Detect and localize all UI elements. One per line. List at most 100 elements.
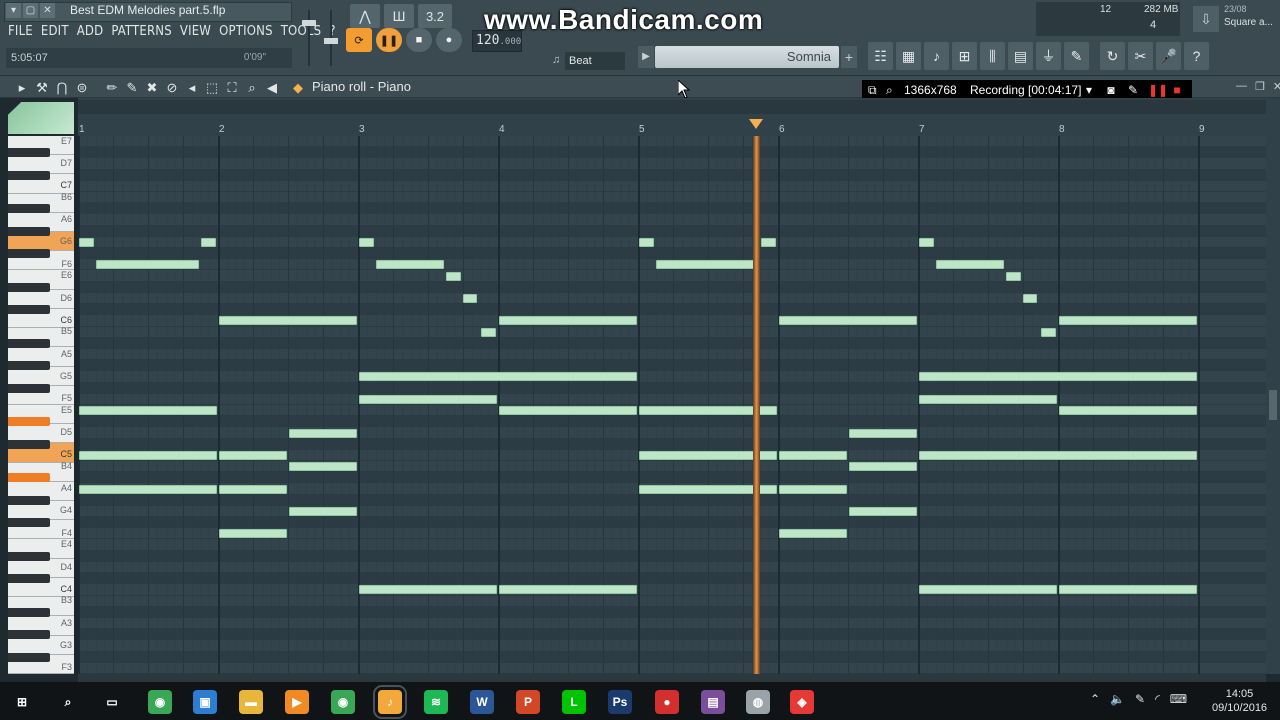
fl-studio-icon[interactable]: ♪: [373, 685, 407, 719]
download-icon[interactable]: ⇩: [1193, 6, 1219, 32]
magnet-icon[interactable]: ⋂: [54, 80, 70, 96]
app2-icon[interactable]: ◈: [790, 690, 814, 714]
key-cs7[interactable]: [8, 170, 50, 180]
note-g4[interactable]: [849, 506, 917, 516]
step-sequencer-icon[interactable]: ▦: [896, 42, 921, 70]
note-b5[interactable]: [480, 327, 496, 337]
note-b5[interactable]: [1040, 327, 1056, 337]
word-icon[interactable]: W: [470, 690, 494, 714]
note-f6[interactable]: [655, 260, 759, 270]
timeline-ruler[interactable]: [78, 98, 1268, 136]
magnifier-icon[interactable]: ⌕: [886, 80, 893, 100]
time-sig-icon[interactable]: 3.2: [418, 4, 452, 28]
camera-icon[interactable]: ◙: [1104, 80, 1118, 100]
channel-rack-icon[interactable]: ▤: [1008, 42, 1033, 70]
key-fs6[interactable]: [8, 249, 50, 259]
note-c4[interactable]: [1059, 585, 1197, 595]
close-icon[interactable]: ✕: [40, 3, 55, 18]
media-icon[interactable]: ▶: [285, 690, 309, 714]
search-icon[interactable]: ⌕: [56, 690, 80, 714]
wizard-icon[interactable]: ✎: [1064, 42, 1089, 70]
note-g6[interactable]: [200, 237, 216, 247]
menu-patterns[interactable]: PATTERNS: [111, 24, 172, 39]
window-icon[interactable]: ⧉: [868, 80, 877, 100]
stop-button[interactable]: ■: [406, 28, 432, 52]
note-c5[interactable]: [779, 450, 847, 460]
store-icon[interactable]: ▣: [193, 690, 217, 714]
note-f5[interactable]: [919, 394, 1057, 404]
cut-icon[interactable]: ✂: [1128, 42, 1153, 70]
scroll-thumb[interactable]: [1269, 390, 1277, 420]
note-d6[interactable]: [1022, 294, 1038, 304]
pattern-song-toggle[interactable]: ⟳: [346, 28, 372, 52]
pr-maximize-icon[interactable]: ❐: [1255, 80, 1265, 93]
key-as4[interactable]: [8, 473, 50, 483]
plugin-icon[interactable]: ⏚: [1036, 42, 1061, 70]
note-c6[interactable]: [499, 316, 637, 326]
wifi-icon[interactable]: ◜: [1155, 692, 1160, 706]
note-e5[interactable]: [79, 406, 217, 416]
mixer-icon[interactable]: ⫼: [980, 42, 1005, 70]
key-ds7[interactable]: [8, 148, 50, 158]
note-e5[interactable]: [499, 406, 637, 416]
note-d6[interactable]: [462, 294, 478, 304]
note-grid[interactable]: [78, 136, 1266, 674]
pause-rec-icon[interactable]: ❚❚: [1148, 80, 1168, 100]
note-f6[interactable]: [375, 260, 444, 270]
note-f4[interactable]: [219, 529, 287, 539]
stop-rec-icon[interactable]: ■: [1170, 80, 1184, 100]
record-button[interactable]: ●: [436, 28, 462, 52]
maximize-icon[interactable]: ▢: [23, 3, 38, 18]
news-text[interactable]: Square a...: [1224, 17, 1273, 28]
mic-icon[interactable]: 🎤: [1156, 42, 1181, 70]
stamp-icon[interactable]: ⊜: [74, 80, 90, 96]
key-as6[interactable]: [8, 204, 50, 214]
line-icon[interactable]: L: [562, 690, 586, 714]
note-d5[interactable]: [289, 428, 357, 438]
note-f6[interactable]: [935, 260, 1004, 270]
piano-keyboard[interactable]: E7 D7 C7 B6 A6 G6 F6 E6 D6 C6 B5 A5 G5 F5 E5 D5 C5 B4 A4 G4…: [8, 136, 76, 674]
add-pattern-button[interactable]: +: [841, 46, 857, 68]
note-c6[interactable]: [219, 316, 357, 326]
explorer-icon[interactable]: ▬: [239, 690, 263, 714]
paint-icon[interactable]: ✎: [124, 80, 140, 96]
note-g6[interactable]: [359, 237, 374, 247]
help-icon[interactable]: ?: [1184, 42, 1209, 70]
key-gs5[interactable]: [8, 361, 50, 371]
task-view-icon[interactable]: ▭: [100, 690, 124, 714]
key-fs4[interactable]: [8, 518, 50, 528]
note-g4[interactable]: [289, 506, 357, 516]
master-pitch-slider[interactable]: [322, 6, 340, 68]
keyboard-icon[interactable]: ⌨: [1170, 692, 1187, 706]
horizontal-zoom-bar[interactable]: [78, 100, 1268, 114]
spotify-icon[interactable]: ≋: [424, 690, 448, 714]
snap-icon[interactable]: ⋀: [350, 4, 380, 28]
playlist-icon[interactable]: ☷: [868, 42, 893, 70]
note-a4[interactable]: [219, 484, 287, 494]
pen-tray-icon[interactable]: ✎: [1135, 692, 1145, 706]
photoshop-icon[interactable]: Ps: [608, 690, 632, 714]
note-b4[interactable]: [289, 462, 357, 472]
note-f6[interactable]: [95, 260, 199, 270]
note-g6[interactable]: [639, 237, 654, 247]
pr-minimize-icon[interactable]: —: [1236, 80, 1247, 93]
song-prev-arrow[interactable]: ▶: [638, 46, 654, 68]
volume-icon[interactable]: 🔈: [1110, 692, 1125, 706]
note-c5[interactable]: [219, 450, 287, 460]
pr-close-icon[interactable]: ✕: [1273, 80, 1280, 93]
note-g5[interactable]: [919, 372, 1197, 382]
note-a4[interactable]: [79, 484, 217, 494]
note-f4[interactable]: [779, 529, 847, 539]
note-c4[interactable]: [919, 585, 1057, 595]
key-ds6[interactable]: [8, 282, 50, 292]
note-f5[interactable]: [359, 394, 497, 404]
menu-arrow-icon[interactable]: ▸: [14, 80, 30, 96]
note-e6[interactable]: [445, 271, 461, 281]
menu-view[interactable]: VIEW: [180, 24, 211, 39]
key-as3[interactable]: [8, 607, 50, 617]
speaker-icon[interactable]: ◀: [264, 80, 280, 96]
note-e6[interactable]: [1005, 271, 1021, 281]
note-e5[interactable]: [1059, 406, 1197, 416]
pencil-icon[interactable]: ✏: [104, 80, 120, 96]
key-ds5[interactable]: [8, 417, 50, 427]
